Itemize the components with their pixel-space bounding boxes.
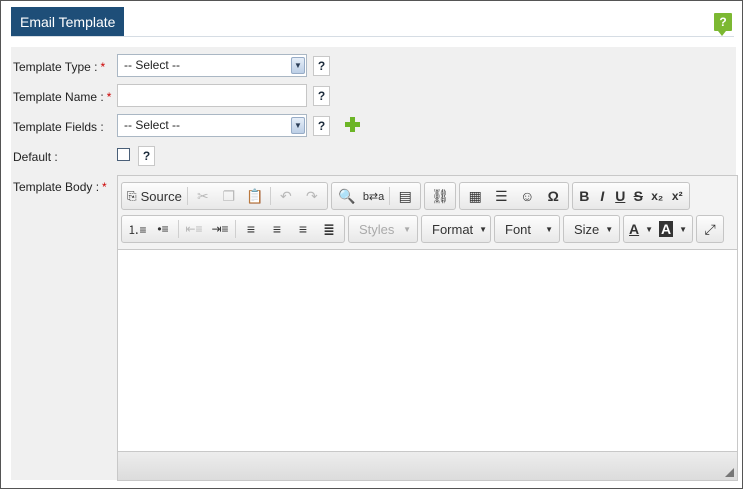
toolbar-group-basic-styles: B I U S x₂ x² (572, 182, 691, 210)
size-dropdown[interactable]: Size ▼ (563, 215, 620, 243)
required-mark: * (100, 60, 106, 74)
toolbar-separator (269, 187, 271, 205)
undo-icon[interactable]: ↶ (273, 184, 299, 208)
toolbar-separator (389, 187, 391, 205)
editor-toolbar: ⎘ Source ✂ ❐ 📋 ↶ ↷ 🔍 b⇄a ▤ ⛓ ▦ ☰ ☺ Ω B I… (118, 176, 737, 250)
default-label: Default : (13, 150, 58, 164)
caret-down-icon: ▼ (479, 224, 488, 234)
italic-icon[interactable]: I (593, 184, 611, 208)
align-left-icon[interactable]: ≡ (238, 217, 264, 241)
template-name-help-button[interactable]: ? (313, 86, 330, 106)
underline-icon[interactable]: U (611, 184, 629, 208)
justify-icon[interactable]: ≣ (316, 217, 342, 241)
copy-icon[interactable]: ❐ (216, 184, 242, 208)
toolbar-group-editing: 🔍 b⇄a ▤ (330, 182, 422, 210)
align-center-icon[interactable]: ≡ (264, 217, 290, 241)
horizontal-line-icon[interactable]: ☰ (488, 184, 514, 208)
redo-icon[interactable]: ↷ (299, 184, 325, 208)
template-form: Template Type : * -- Select -- ▼ ? Templa… (11, 47, 738, 481)
styles-dropdown[interactable]: Styles ▼ (348, 215, 418, 243)
toolbar-row-1: ⎘ Source ✂ ❐ 📋 ↶ ↷ 🔍 b⇄a ▤ ⛓ ▦ ☰ ☺ Ω B I… (121, 182, 693, 210)
paste-icon[interactable]: 📋 (242, 184, 268, 208)
toolbar-group-tools: ⤢ (696, 215, 725, 243)
default-checkbox[interactable] (117, 148, 130, 161)
text-color-icon[interactable]: A ▼ (626, 217, 656, 241)
select-all-icon[interactable]: ▤ (392, 184, 418, 208)
background-color-icon[interactable]: A ▼ (656, 217, 690, 241)
chevron-down-icon: ▼ (291, 117, 305, 134)
superscript-icon[interactable]: x² (667, 184, 687, 208)
numbered-list-icon[interactable]: ⒈≡ (124, 217, 150, 241)
template-type-select[interactable]: -- Select -- ▼ (117, 54, 307, 77)
template-fields-help-button[interactable]: ? (313, 116, 330, 136)
template-fields-label: Template Fields : (13, 120, 104, 134)
required-mark: * (106, 90, 112, 104)
email-template-window: Email Template ? Template Type : * -- Sel… (0, 0, 743, 489)
bulleted-list-icon[interactable]: •≡ (150, 217, 176, 241)
font-dropdown[interactable]: Font ▼ (494, 215, 560, 243)
rich-text-editor: ⎘ Source ✂ ❐ 📋 ↶ ↷ 🔍 b⇄a ▤ ⛓ ▦ ☰ ☺ Ω B I… (117, 175, 738, 481)
page-title: Email Template (11, 7, 125, 37)
find-icon[interactable]: 🔍 (334, 184, 360, 208)
smiley-icon[interactable]: ☺ (514, 184, 540, 208)
format-dropdown[interactable]: Format ▼ (421, 215, 491, 243)
toolbar-group-colors: A ▼ A ▼ (623, 215, 694, 243)
source-button[interactable]: ⎘ Source (124, 184, 185, 208)
align-right-icon[interactable]: ≡ (290, 217, 316, 241)
chevron-down-icon: ▼ (291, 57, 305, 74)
caret-down-icon: ▼ (605, 224, 614, 234)
link-icon[interactable]: ⛓ (427, 184, 453, 208)
toolbar-group-insert: ▦ ☰ ☺ Ω (459, 182, 570, 210)
plus-icon[interactable] (345, 117, 360, 132)
editor-status-bar (118, 451, 737, 480)
required-mark: * (102, 180, 107, 194)
special-char-icon[interactable]: Ω (540, 184, 566, 208)
source-icon: ⎘ (127, 188, 137, 203)
template-type-label: Template Type : * (13, 60, 106, 74)
template-fields-select[interactable]: -- Select -- ▼ (117, 114, 307, 137)
header-divider (11, 36, 734, 37)
toolbar-separator (235, 220, 236, 238)
resize-handle-icon[interactable] (725, 468, 734, 477)
table-icon[interactable]: ▦ (462, 184, 488, 208)
replace-icon[interactable]: b⇄a (360, 184, 387, 208)
bold-icon[interactable]: B (575, 184, 593, 208)
toolbar-separator (186, 187, 188, 205)
indent-icon[interactable]: ⇥≡ (207, 217, 233, 241)
editor-content-area[interactable] (118, 250, 737, 451)
caret-down-icon: ▼ (545, 224, 553, 234)
template-body-label: Template Body : * (13, 180, 107, 194)
template-name-label: Template Name : * (13, 90, 112, 104)
outdent-icon[interactable]: ⇤≡ (181, 217, 207, 241)
template-name-input[interactable] (117, 84, 307, 107)
toolbar-separator (178, 220, 179, 238)
caret-down-icon: ▼ (403, 224, 411, 234)
default-help-button[interactable]: ? (138, 146, 155, 166)
toolbar-group-document: ⎘ Source ✂ ❐ 📋 ↶ ↷ (121, 182, 328, 210)
toolbar-group-paragraph: ⒈≡ •≡ ⇤≡ ⇥≡ ≡ ≡ ≡ ≣ (121, 215, 345, 243)
toolbar-group-links: ⛓ (424, 182, 457, 210)
strikethrough-icon[interactable]: S (629, 184, 647, 208)
page-help-icon[interactable]: ? (714, 13, 732, 36)
maximize-icon[interactable]: ⤢ (699, 217, 721, 241)
template-type-help-button[interactable]: ? (313, 56, 330, 76)
toolbar-row-2: ⒈≡ •≡ ⇤≡ ⇥≡ ≡ ≡ ≡ ≣ Styles ▼ Format ▼ Fo… (121, 215, 727, 243)
subscript-icon[interactable]: x₂ (647, 184, 667, 208)
cut-icon[interactable]: ✂ (190, 184, 216, 208)
